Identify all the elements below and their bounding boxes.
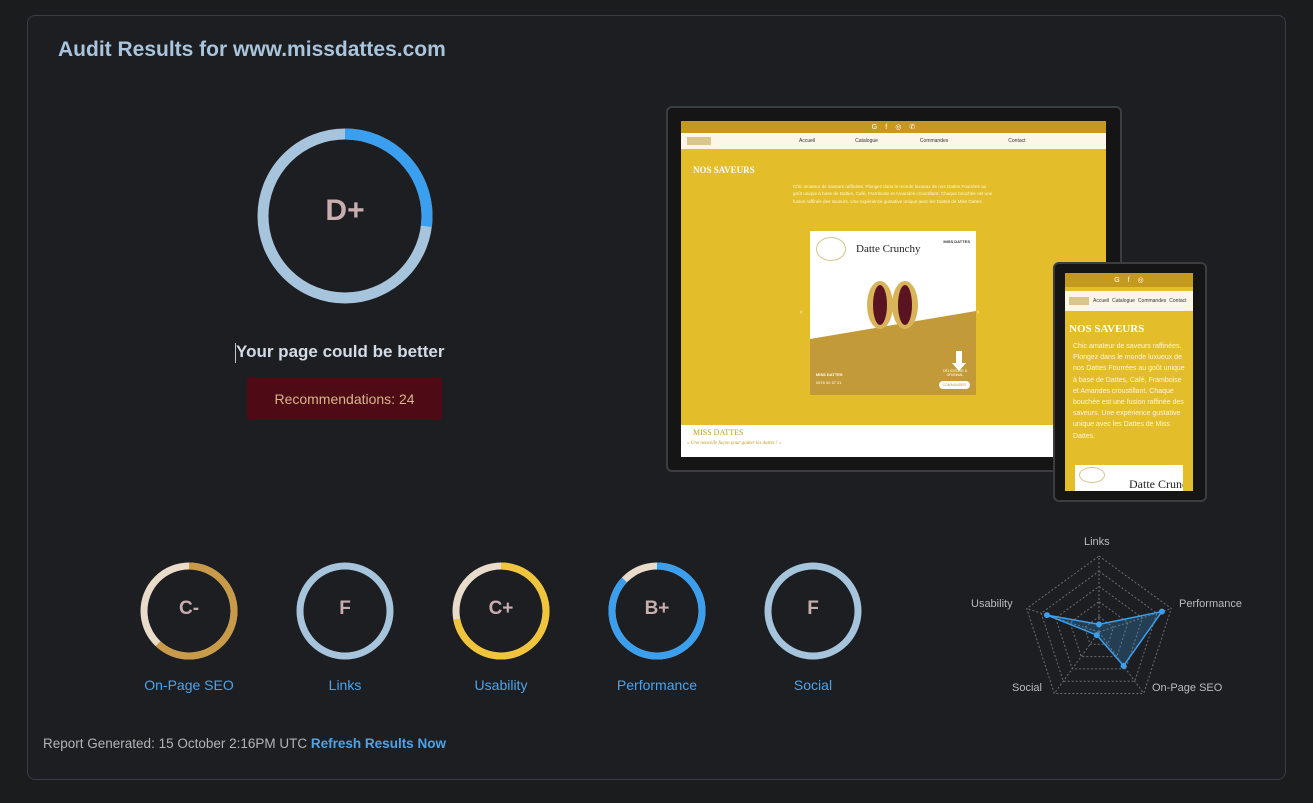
site-nav-item: Commandes — [919, 138, 949, 144]
carousel-next-icon: › — [977, 309, 980, 316]
phone-screen: G f ◎ Accueil Catalogue Commandes Contac… — [1065, 273, 1193, 491]
radar-label: Links — [1084, 536, 1110, 548]
radar-point — [1120, 662, 1127, 669]
phone-product-card: Datte Crunchy — [1075, 465, 1183, 491]
report-generated: Report Generated: 15 October 2:16PM UTC — [43, 736, 308, 751]
site-footer: MISS DATTES « Une nouvelle façon pour go… — [681, 425, 1106, 457]
site-logo — [1069, 297, 1089, 305]
carousel-prev-icon: ‹ — [800, 309, 803, 316]
phone-paragraph: Chic amateur de saveurs raffinées. Plong… — [1073, 343, 1185, 440]
card-arrow-text: DÉLICIEUSE & ORIGINAL — [942, 369, 968, 377]
audit-panel: Audit Results for www.missdattes.com D+ … — [27, 15, 1286, 780]
category-label[interactable]: Performance — [582, 677, 732, 693]
radar-axis-line — [1053, 631, 1100, 694]
recommendations-button[interactable]: Recommendations: 24 — [247, 377, 442, 420]
site-tagline: « Une nouvelle façon pour goûter les dat… — [687, 441, 782, 446]
phone-preview: G f ◎ Accueil Catalogue Commandes Contac… — [1053, 262, 1207, 502]
report-footer: Report Generated: 15 October 2:16PM UTC … — [43, 736, 446, 751]
site-paragraph: Chic amateur de saveurs raffinées. Plong… — [793, 184, 993, 204]
site-social-bar: G f ◎ ✆ — [681, 121, 1106, 133]
overall-grade: D+ — [325, 194, 365, 227]
date-left-core — [873, 285, 887, 325]
radar-series-area — [1046, 610, 1164, 668]
category-label[interactable]: Links — [270, 677, 420, 693]
instagram-icon: ◎ — [895, 124, 902, 131]
facebook-icon: f — [885, 123, 888, 131]
site-footer-brand: MISS DATTES — [693, 428, 744, 437]
site-nav-item: Contact — [1169, 298, 1187, 304]
overall-message: Your page could be better — [236, 342, 445, 361]
category-grade: C+ — [488, 598, 514, 619]
card-phone: 0676 92 37 21 — [816, 380, 842, 385]
site-nav-item: Catalogue — [1112, 298, 1135, 304]
category-grade: B+ — [644, 598, 670, 619]
radar-label: Social — [1012, 682, 1042, 694]
category-grade: F — [339, 598, 351, 619]
site-nav-item: Commandes — [1137, 298, 1167, 304]
card-cta: COMMANDER — [938, 381, 970, 389]
phone-product-name: Datte Crunchy — [1129, 477, 1183, 491]
phone-nav: Accueil Catalogue Commandes Contact — [1065, 291, 1193, 311]
radar-label: On-Page SEO — [1152, 682, 1223, 694]
phone-heading: NOS SAVEURS — [1069, 323, 1145, 335]
site-nav-item: Catalogue — [855, 138, 878, 144]
category-label[interactable]: On-Page SEO — [114, 677, 264, 693]
site-nav: Accueil Catalogue Commandes Contact — [681, 133, 1106, 149]
instagram-icon: ◎ — [1137, 277, 1144, 284]
site-nav-item: Contact — [1008, 138, 1026, 144]
radar-point — [1043, 612, 1050, 619]
site-nav-item: Accueil — [1093, 298, 1110, 304]
page-title: Audit Results for www.missdattes.com — [58, 38, 446, 61]
facebook-icon: f — [1127, 276, 1130, 284]
category-label[interactable]: Usability — [426, 677, 576, 693]
google-icon: G — [1114, 276, 1120, 284]
site-heading: NOS SAVEURS — [693, 165, 755, 175]
radar-label: Usability — [971, 598, 1013, 610]
whatsapp-icon: ✆ — [909, 124, 916, 131]
site-nav-item: Accueil — [799, 138, 816, 144]
card-logo — [1079, 467, 1105, 483]
radar-point — [1093, 632, 1100, 639]
tablet-screen: G f ◎ ✆ Accueil Catalogue Commandes Cont… — [681, 121, 1106, 457]
google-icon: G — [871, 123, 878, 131]
category-grade: F — [807, 598, 819, 619]
radar-point — [1158, 608, 1165, 615]
date-right-core — [898, 285, 912, 325]
radar-point — [1096, 621, 1102, 628]
phone-social-bar: G f ◎ — [1065, 273, 1193, 287]
card-footer-brand: MISS DATTES — [816, 372, 843, 377]
category-label[interactable]: Social — [738, 677, 888, 693]
radar-chart — [1026, 555, 1172, 694]
category-grade: C- — [178, 598, 200, 619]
refresh-results-link[interactable]: Refresh Results Now — [311, 736, 446, 751]
product-card: Datte Crunchy MISS DATTES MISS DATTES 06… — [810, 231, 976, 395]
radar-label: Performance — [1179, 598, 1242, 610]
site-logo — [687, 137, 711, 145]
